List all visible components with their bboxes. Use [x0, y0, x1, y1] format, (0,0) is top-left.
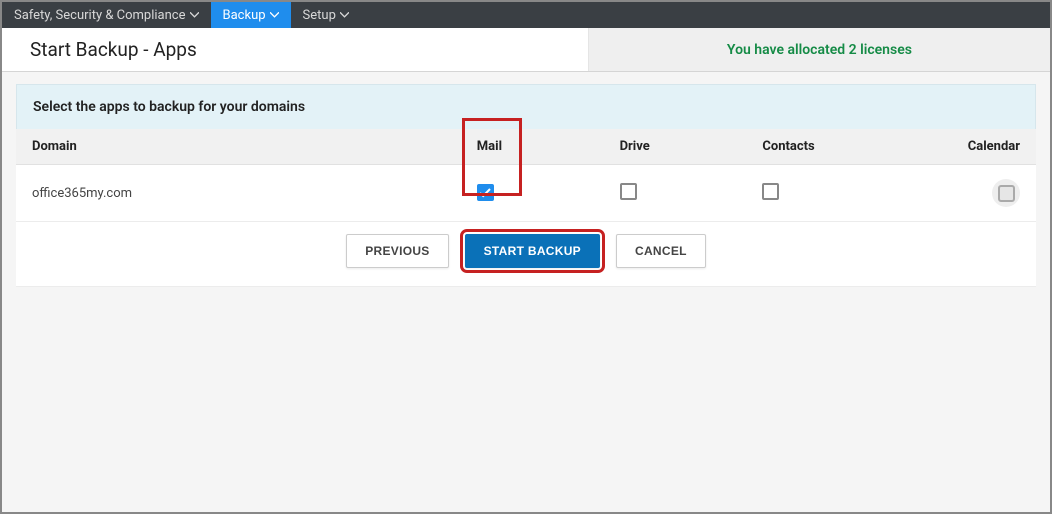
col-mail-label: Mail: [477, 139, 502, 154]
panel-instruction: Select the apps to backup for your domai…: [16, 84, 1036, 129]
previous-button[interactable]: PREVIOUS: [346, 234, 448, 268]
apps-table: Domain Mail Drive Contacts Calendar offi…: [16, 129, 1036, 222]
page-header: Start Backup - Apps You have allocated 2…: [2, 28, 1050, 72]
start-backup-button[interactable]: START BACKUP: [465, 234, 600, 268]
chevron-down-icon: [190, 12, 199, 18]
cell-drive: [608, 165, 751, 222]
chevron-down-icon: [270, 12, 279, 18]
nav-item-setup[interactable]: Setup: [291, 2, 361, 28]
checkbox-calendar[interactable]: [998, 185, 1015, 202]
col-mail: Mail: [465, 129, 608, 165]
table-header-row: Domain Mail Drive Contacts Calendar: [16, 129, 1036, 165]
content-area: Select the apps to backup for your domai…: [2, 72, 1050, 299]
checkbox-calendar-wrap: [992, 179, 1020, 207]
button-row: PREVIOUS START BACKUP CANCEL: [16, 222, 1036, 287]
nav-label: Backup: [223, 8, 266, 23]
nav-item-backup[interactable]: Backup: [211, 2, 291, 28]
checkbox-mail[interactable]: [477, 184, 494, 201]
license-status: You have allocated 2 licenses: [589, 42, 1050, 58]
cancel-button[interactable]: CANCEL: [616, 234, 706, 268]
col-calendar: Calendar: [893, 129, 1036, 165]
cell-calendar: [893, 165, 1036, 222]
checkbox-drive[interactable]: [620, 183, 637, 200]
cell-mail: [465, 165, 608, 222]
nav-label: Setup: [303, 8, 336, 23]
col-drive: Drive: [608, 129, 751, 165]
chevron-down-icon: [340, 12, 349, 18]
page-title-wrap: Start Backup - Apps: [2, 28, 589, 71]
page-title: Start Backup - Apps: [30, 38, 197, 61]
table-row: office365my.com: [16, 165, 1036, 222]
col-contacts: Contacts: [750, 129, 893, 165]
nav-item-safety[interactable]: Safety, Security & Compliance: [2, 2, 211, 28]
nav-label: Safety, Security & Compliance: [14, 8, 186, 23]
col-domain: Domain: [16, 129, 465, 165]
cell-contacts: [750, 165, 893, 222]
checkbox-contacts[interactable]: [762, 183, 779, 200]
top-nav: Safety, Security & Compliance Backup Set…: [2, 2, 1050, 28]
cell-domain: office365my.com: [16, 165, 465, 222]
